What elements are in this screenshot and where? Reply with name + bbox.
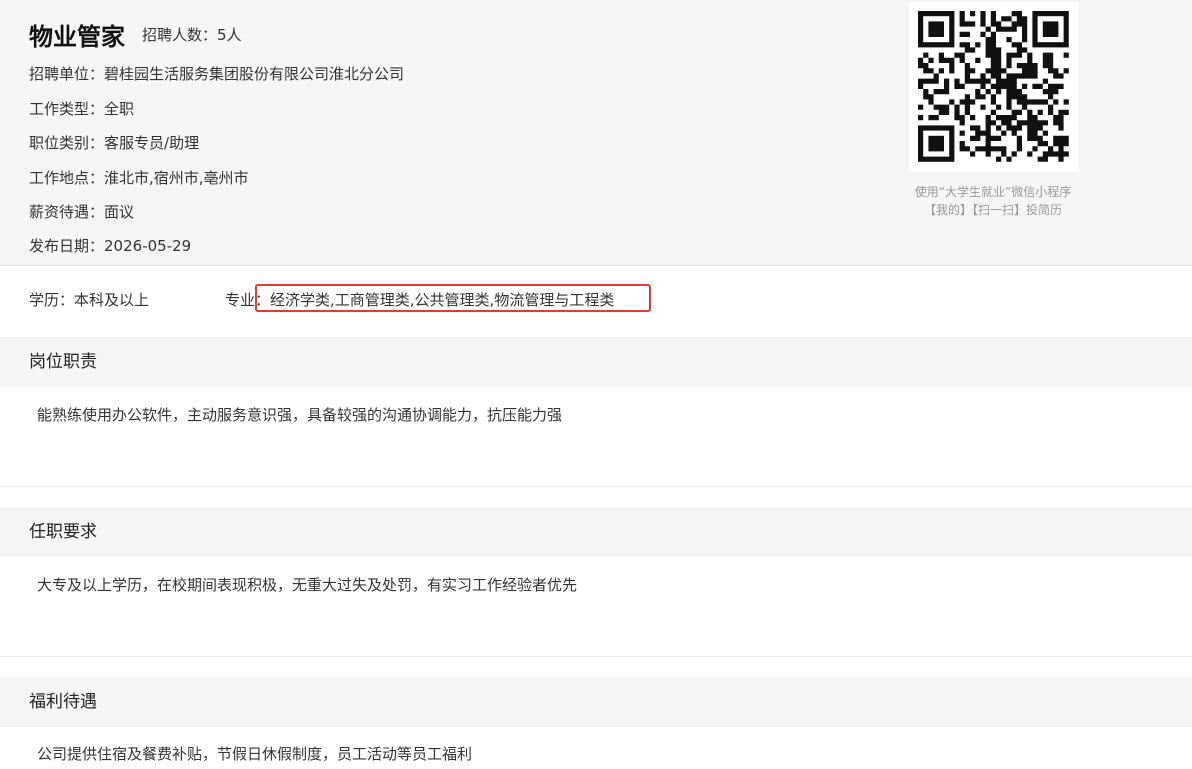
divider xyxy=(0,656,1192,657)
info-row-publish-date: 发布日期：2026-05-29 xyxy=(29,236,191,256)
qr-code-image xyxy=(909,2,1079,172)
section-header-benefits: 福利待遇 xyxy=(0,677,1192,727)
location-value: 淮北市,宿州市,亳州市 xyxy=(104,169,249,187)
salary-value: 面议 xyxy=(104,203,135,221)
info-row-category: 职位类别：客服专员/助理 xyxy=(29,133,199,153)
qr-caption-line2: 【我的】【扫一扫】投简历 xyxy=(923,203,1062,217)
info-label: 招聘单位： xyxy=(29,65,105,83)
qr-caption: 使用“大学生就业”微信小程序 【我的】【扫一扫】投简历 xyxy=(886,183,1100,219)
section-title-benefits: 福利待遇 xyxy=(29,692,97,712)
section-body-benefits: 公司提供住宿及餐费补贴，节假日休假制度，员工活动等员工福利 xyxy=(37,745,473,763)
info-row-salary: 薪资待遇：面议 xyxy=(29,202,134,222)
section-header-requirements: 任职要求 xyxy=(0,507,1192,557)
section-title-duties: 岗位职责 xyxy=(29,352,97,372)
info-label: 工作地点： xyxy=(29,169,105,187)
education-label: 学历： xyxy=(29,291,75,309)
qr-caption-line1: 使用“大学生就业”微信小程序 xyxy=(914,185,1072,199)
info-row-location: 工作地点：淮北市,宿州市,亳州市 xyxy=(29,168,249,188)
category-value: 客服专员/助理 xyxy=(104,134,200,152)
qr-code-icon xyxy=(918,11,1069,162)
info-row-employer: 招聘单位：碧桂园生活服务集团股份有限公司淮北分公司 xyxy=(29,64,404,84)
info-label: 工作类型： xyxy=(29,100,105,118)
job-title-row: 物业管家 招聘人数：5人 xyxy=(29,14,242,54)
info-label: 薪资待遇： xyxy=(29,203,105,221)
section-title-requirements: 任职要求 xyxy=(29,522,97,542)
divider xyxy=(0,486,1192,487)
major-label: 专业： xyxy=(225,291,271,309)
section-header-duties: 岗位职责 xyxy=(0,337,1192,387)
section-body-duties: 能熟练使用办公软件，主动服务意识强，具备较强的沟通协调能力，抗压能力强 xyxy=(37,406,563,424)
job-header: 物业管家 招聘人数：5人 招聘单位：碧桂园生活服务集团股份有限公司淮北分公司 工… xyxy=(0,0,1192,266)
headcount-text: 招聘人数：5人 xyxy=(142,25,242,44)
info-label: 发布日期： xyxy=(29,237,105,255)
publish-date-value: 2026-05-29 xyxy=(104,237,192,255)
major-requirement: 专业：经济学类,工商管理类,公共管理类,物流管理与工程类 xyxy=(225,290,614,310)
education-requirement: 学历：本科及以上 xyxy=(29,290,149,310)
info-row-job-type: 工作类型：全职 xyxy=(29,99,134,119)
job-title: 物业管家 xyxy=(29,22,125,51)
education-value: 本科及以上 xyxy=(74,291,150,309)
major-value: 经济学类,工商管理类,公共管理类,物流管理与工程类 xyxy=(270,291,615,309)
job-type-value: 全职 xyxy=(104,100,135,118)
employer-value: 碧桂园生活服务集团股份有限公司淮北分公司 xyxy=(104,65,405,83)
section-body-requirements: 大专及以上学历，在校期间表现积极，无重大过失及处罚，有实习工作经验者优先 xyxy=(37,576,578,594)
info-label: 职位类别： xyxy=(29,134,105,152)
